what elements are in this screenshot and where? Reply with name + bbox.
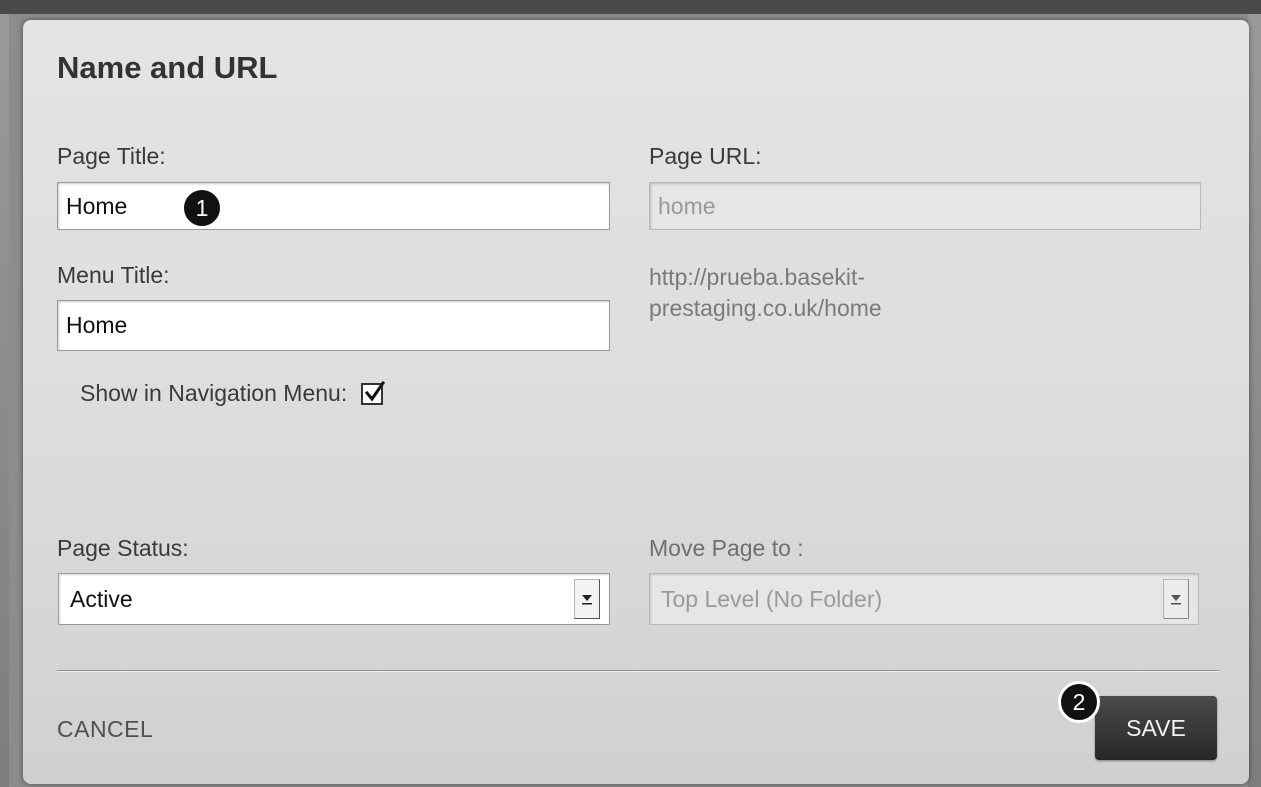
show-in-navigation-checkbox[interactable] (361, 380, 386, 405)
backdrop-bar (0, 0, 1261, 14)
step-marker-1: 1 (181, 187, 223, 229)
menu-title-label: Menu Title: (57, 262, 170, 288)
move-page-select[interactable]: Top Level (No Folder) (649, 573, 1199, 625)
checkmark-icon (365, 380, 386, 401)
step-marker-2: 2 (1058, 681, 1100, 723)
page-status-label: Page Status: (57, 535, 189, 561)
show-in-navigation-row: Show in Navigation Menu: (80, 380, 386, 407)
full-url-text: http://prueba.basekit- prestaging.co.uk/… (649, 262, 1009, 324)
page-title-input[interactable] (57, 182, 610, 230)
full-url-line-2: prestaging.co.uk/home (649, 295, 882, 321)
page-status-value: Active (70, 585, 133, 612)
page-url-input[interactable] (649, 182, 1201, 230)
name-and-url-dialog: Name and URL Page Title: Page URL: Menu … (23, 20, 1249, 784)
backdrop-right (1248, 14, 1261, 787)
dialog-title: Name and URL (57, 50, 278, 85)
page-url-label: Page URL: (649, 143, 762, 169)
page-title-label: Page Title: (57, 143, 166, 169)
page-status-select[interactable]: Active (58, 573, 610, 625)
menu-title-input[interactable] (57, 300, 610, 351)
move-page-label: Move Page to : (649, 535, 804, 561)
show-in-navigation-label: Show in Navigation Menu: (80, 380, 348, 406)
dropdown-arrow-icon[interactable] (574, 579, 600, 619)
backdrop-left (0, 14, 9, 787)
footer-divider (57, 670, 1219, 671)
full-url-line-1: http://prueba.basekit- (649, 264, 866, 290)
move-page-value: Top Level (No Folder) (661, 585, 883, 612)
save-button[interactable]: SAVE (1095, 696, 1217, 760)
dropdown-arrow-icon[interactable] (1163, 579, 1189, 619)
cancel-button[interactable]: CANCEL (57, 716, 153, 743)
